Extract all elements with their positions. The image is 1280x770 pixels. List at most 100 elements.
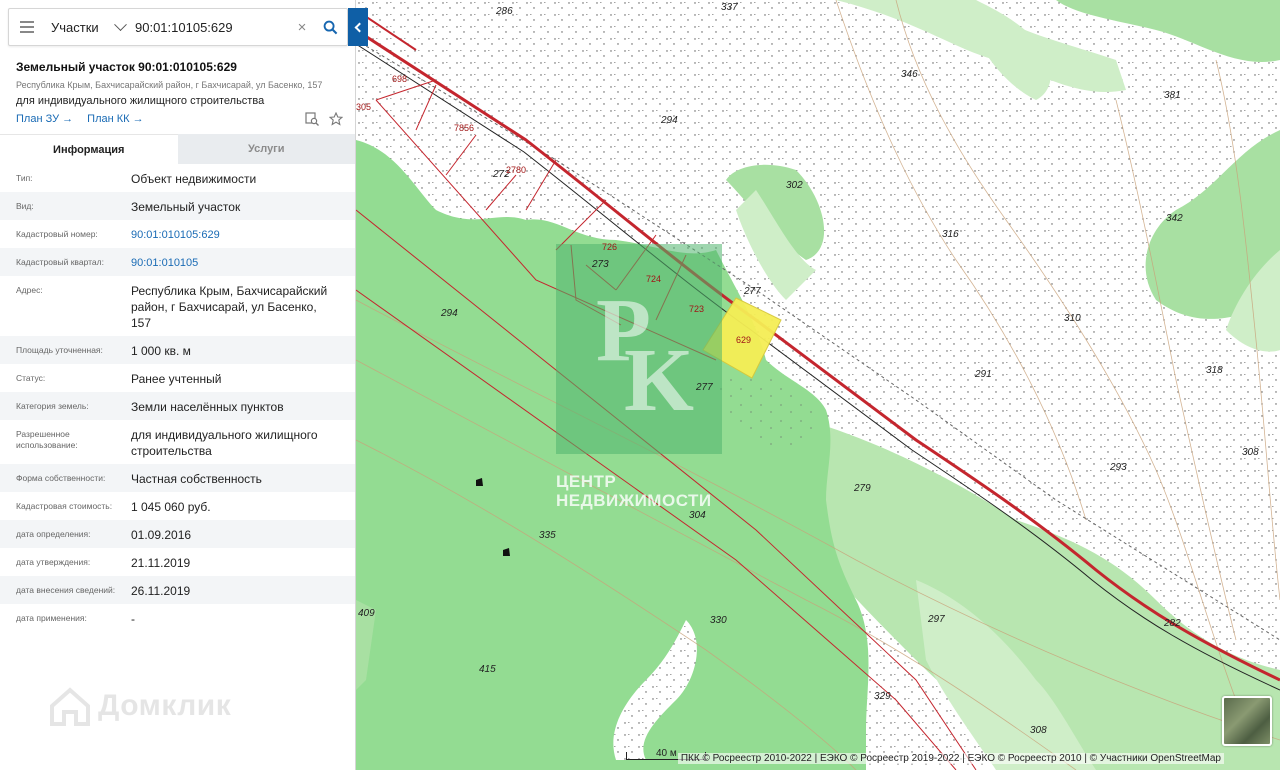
brand-name: Домклик xyxy=(98,689,232,722)
info-row: дата определения: 01.09.2016 xyxy=(0,520,355,548)
elevation-label: 294 xyxy=(661,115,678,126)
app: P K 286 337 346 381 294 302 342 316 294 … xyxy=(0,0,1280,770)
chevron-left-icon xyxy=(354,22,365,32)
elevation-label: 297 xyxy=(928,614,945,625)
tab-services[interactable]: Услуги xyxy=(177,134,355,164)
elevation-label: 308 xyxy=(1242,447,1259,458)
tab-information[interactable]: Информация xyxy=(0,134,178,164)
info-row: дата применения: - xyxy=(0,604,355,632)
info-key: Кадастровый квартал: xyxy=(16,257,104,267)
info-value: Земельный участок xyxy=(131,200,241,214)
elevation-label: 293 xyxy=(1110,462,1127,473)
parcel-label[interactable]: 305 xyxy=(356,102,371,112)
elevation-label: 318 xyxy=(1206,365,1223,376)
info-value: 01.09.2016 xyxy=(131,528,192,542)
info-row: Кадастровый номер: 90:01:010105:629 xyxy=(0,220,355,248)
info-value: - xyxy=(131,612,135,626)
plan-links: План ЗУ → План КК → xyxy=(16,113,144,125)
info-row: дата внесения сведений: 26.11.2019 xyxy=(0,576,355,604)
elevation-label: 381 xyxy=(1164,90,1181,101)
info-value: 21.11.2019 xyxy=(131,556,191,570)
info-panel: Участки 90:01:10105:629 × Земельный учас… xyxy=(0,0,368,770)
info-row: Разрешенное использование: для индивидуал… xyxy=(0,420,355,464)
info-value: для индивидуального жилищного строительс… xyxy=(131,428,318,458)
info-row: Форма собственности: Частная собственност… xyxy=(0,464,355,492)
elevation-label: 415 xyxy=(479,664,496,675)
info-value: 26.11.2019 xyxy=(131,584,191,598)
elevation-label: 310 xyxy=(1064,313,1081,324)
layer-switcher-thumbnail[interactable] xyxy=(1222,696,1272,746)
info-key: Статус: xyxy=(16,373,46,383)
elevation-label: 316 xyxy=(942,229,959,240)
elevation-label: 342 xyxy=(1166,213,1183,224)
plan-zu-link[interactable]: План ЗУ → xyxy=(16,113,73,125)
parcel-label[interactable]: 726 xyxy=(602,242,617,252)
info-key: дата определения: xyxy=(16,529,91,539)
elevation-label: 291 xyxy=(975,369,992,380)
info-key: Категория земель: xyxy=(16,401,89,411)
info-key: Разрешенное использование: xyxy=(16,429,78,450)
elevation-label: 277 xyxy=(744,286,761,297)
elevation-label: 279 xyxy=(854,483,871,494)
info-value: Объект недвижимости xyxy=(131,172,257,186)
panel-tabs: Информация Услуги xyxy=(0,134,355,164)
info-row: Статус: Ранее учтенный xyxy=(0,364,355,392)
info-key: Кадастровая стоимость: xyxy=(16,501,113,511)
category-select[interactable]: Участки xyxy=(45,17,129,35)
map-canvas[interactable]: P K xyxy=(356,0,1280,770)
elevation-label: 308 xyxy=(1030,725,1047,736)
elevation-label: 304 xyxy=(689,510,706,521)
info-value: 1 000 кв. м xyxy=(131,344,191,358)
star-icon[interactable] xyxy=(329,112,343,126)
elevation-label: 330 xyxy=(710,615,727,626)
info-key: Форма собственности: xyxy=(16,473,106,483)
info-row: дата утверждения: 21.11.2019 xyxy=(0,548,355,576)
parcel-label[interactable]: 7856 xyxy=(454,123,474,133)
parcel-label-selected[interactable]: 629 xyxy=(736,335,751,345)
elevation-label: 286 xyxy=(496,6,513,17)
elevation-label: 337 xyxy=(721,2,738,13)
object-tools xyxy=(305,112,343,126)
info-value: Ранее учтенный xyxy=(131,372,222,386)
parcel-label[interactable]: 698 xyxy=(392,74,407,84)
info-key: Тип: xyxy=(16,173,33,183)
search-bar: Участки 90:01:10105:629 × xyxy=(8,8,348,46)
info-value: 1 045 060 руб. xyxy=(131,500,211,514)
map-attribution[interactable]: ПКК © Росреестр 2010-2022 | ЕЭКО © Росре… xyxy=(677,753,1224,764)
brand-watermark: Домклик xyxy=(48,686,231,726)
plan-kk-link[interactable]: План КК → xyxy=(87,113,143,125)
object-title: Земельный участок 90:01:010105:629 xyxy=(16,60,237,74)
clear-icon[interactable]: × xyxy=(291,19,313,36)
info-row: Кадастровый квартал: 90:01:010105 xyxy=(0,248,355,276)
elevation-label: 335 xyxy=(539,530,556,541)
chevron-down-icon xyxy=(114,17,127,31)
search-input[interactable]: 90:01:10105:629 xyxy=(129,20,291,35)
info-key: дата внесения сведений: xyxy=(16,585,116,595)
cadastral-quarter-link[interactable]: 90:01:010105 xyxy=(131,255,339,271)
collapse-panel-button[interactable] xyxy=(348,8,368,46)
parcel-label[interactable]: 724 xyxy=(646,274,661,284)
info-row: Тип: Объект недвижимости xyxy=(0,164,355,192)
elevation-label: 282 xyxy=(1164,618,1181,629)
info-row: Категория земель: Земли населённых пункто… xyxy=(0,392,355,420)
info-key: дата утверждения: xyxy=(16,557,91,567)
info-table: Тип: Объект недвижимости Вид: Земельный уч… xyxy=(0,164,355,632)
map-view[interactable]: P K 286 337 346 381 294 302 342 316 294 … xyxy=(356,0,1280,770)
parcel-label[interactable]: 723 xyxy=(689,304,704,314)
watermark-text: ЦЕНТР НЕДВИЖИМОСТИ xyxy=(556,472,712,510)
menu-icon[interactable] xyxy=(9,9,45,45)
info-row: Вид: Земельный участок xyxy=(0,192,355,220)
elevation-label: 302 xyxy=(786,180,803,191)
house-icon xyxy=(50,687,90,726)
elevation-label: 329 xyxy=(874,691,891,702)
elevation-label: 294 xyxy=(441,308,458,319)
category-value: Участки xyxy=(51,19,99,35)
cadastral-number-link[interactable]: 90:01:010105:629 xyxy=(131,227,339,243)
object-purpose: для индивидуального жилищного строительс… xyxy=(16,95,265,107)
info-value: Республика Крым, Бахчисарайский район, г… xyxy=(131,284,328,330)
find-on-map-icon[interactable] xyxy=(305,112,319,126)
parcel-label[interactable]: 2780 xyxy=(506,165,526,175)
elevation-label: 273 xyxy=(592,259,609,270)
info-key: Площадь уточненная: xyxy=(16,345,103,355)
search-button[interactable] xyxy=(313,9,347,45)
